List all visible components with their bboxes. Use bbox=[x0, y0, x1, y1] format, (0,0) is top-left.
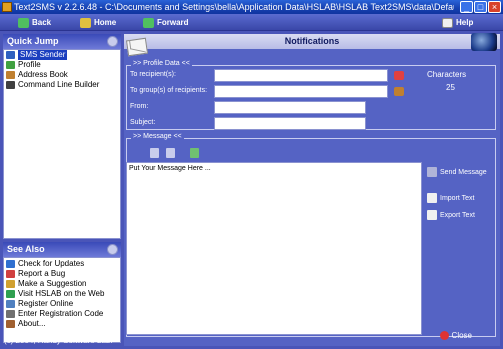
see-also-label: Make a Suggestion bbox=[18, 279, 87, 288]
export-icon bbox=[427, 210, 437, 220]
title-bar: Text2SMS v 2.2.6.48 - C:\Documents and S… bbox=[0, 0, 503, 14]
profile-data-legend: >> Profile Data << bbox=[131, 60, 192, 67]
help-button[interactable]: Help bbox=[442, 16, 473, 29]
web-icon bbox=[6, 290, 15, 298]
select-recipient-icon[interactable] bbox=[394, 71, 404, 80]
home-icon bbox=[80, 17, 91, 28]
toolbar: Back Home Forward Help bbox=[0, 14, 503, 31]
register-icon bbox=[6, 300, 15, 308]
home-button[interactable]: Home bbox=[80, 16, 116, 29]
subject-field[interactable] bbox=[214, 117, 366, 130]
see-also-label: Enter Registration Code bbox=[18, 309, 104, 318]
recipients-field[interactable] bbox=[214, 69, 388, 82]
groups-label: To group(s) of recipients: bbox=[130, 87, 208, 94]
characters-label: Characters bbox=[427, 70, 467, 79]
quick-jump-list: SMS Sender Profile Address Book Command … bbox=[3, 49, 121, 239]
see-also-item-registration-code[interactable]: Enter Registration Code bbox=[4, 309, 120, 319]
quick-jump-label: SMS Sender bbox=[18, 50, 68, 60]
back-label: Back bbox=[32, 18, 52, 27]
quick-jump-label: Command Line Builder bbox=[18, 80, 100, 89]
see-also-label: About... bbox=[18, 319, 46, 328]
quick-jump-item-sms-sender[interactable]: SMS Sender bbox=[4, 50, 120, 60]
maximize-button[interactable]: □ bbox=[474, 1, 487, 13]
close-icon bbox=[439, 331, 449, 340]
import-icon bbox=[427, 193, 437, 203]
updates-icon bbox=[6, 260, 15, 268]
send-icon bbox=[427, 167, 437, 177]
bug-icon bbox=[6, 270, 15, 278]
close-label: Close bbox=[451, 331, 472, 340]
see-also-title: See Also bbox=[7, 244, 45, 254]
back-button[interactable]: Back bbox=[18, 16, 51, 29]
window-title: Text2SMS v 2.2.6.48 - C:\Documents and S… bbox=[14, 2, 454, 12]
collapse-icon[interactable] bbox=[107, 36, 118, 47]
see-also-label: Check for Updates bbox=[18, 259, 85, 268]
help-icon bbox=[442, 17, 453, 28]
copy-icon[interactable] bbox=[150, 148, 159, 158]
forward-arrow-icon bbox=[143, 17, 154, 28]
globe-icon bbox=[471, 33, 497, 51]
suggestion-icon bbox=[6, 280, 15, 288]
groups-field[interactable] bbox=[214, 85, 388, 98]
see-also-header: See Also bbox=[3, 242, 121, 257]
quick-jump-item-profile[interactable]: Profile bbox=[4, 60, 120, 70]
envelope-icon bbox=[125, 37, 149, 57]
address-book-icon bbox=[6, 71, 15, 79]
help-label: Help bbox=[456, 18, 474, 27]
quick-jump-item-address-book[interactable]: Address Book bbox=[4, 70, 120, 80]
profile-icon bbox=[6, 61, 15, 69]
sms-icon bbox=[6, 51, 15, 59]
send-message-button[interactable]: Send Message bbox=[427, 167, 487, 177]
registration-code-icon bbox=[6, 310, 15, 318]
quick-jump-label: Profile bbox=[18, 60, 41, 69]
send-label: Send Message bbox=[440, 168, 487, 176]
see-also-item-visit-web[interactable]: Visit HSLAB on the Web bbox=[4, 289, 120, 299]
forward-button[interactable]: Forward bbox=[143, 16, 189, 29]
import-label: Import Text bbox=[440, 194, 475, 202]
see-also-item-register[interactable]: Register Online bbox=[4, 299, 120, 309]
back-arrow-icon bbox=[18, 17, 29, 28]
paste-icon[interactable] bbox=[166, 148, 175, 158]
from-field[interactable] bbox=[214, 101, 366, 114]
left-panel: Quick Jump SMS Sender Profile Address Bo… bbox=[3, 34, 121, 346]
page-title: Notifications bbox=[284, 36, 340, 46]
message-textarea[interactable]: Put Your Message Here ... bbox=[126, 162, 422, 335]
message-legend: >> Message << bbox=[131, 133, 184, 140]
see-also-item-suggestion[interactable]: Make a Suggestion bbox=[4, 279, 120, 289]
app-icon bbox=[2, 2, 12, 12]
see-also-list: Check for Updates Report a Bug Make a Su… bbox=[3, 257, 121, 343]
command-line-icon bbox=[6, 81, 15, 89]
characters-count: 25 bbox=[446, 83, 455, 92]
close-button[interactable]: Close bbox=[439, 331, 472, 340]
home-label: Home bbox=[94, 18, 117, 27]
clear-icon[interactable] bbox=[190, 148, 199, 158]
minimize-button[interactable]: _ bbox=[460, 1, 473, 13]
from-label: From: bbox=[130, 103, 149, 110]
quick-jump-label: Address Book bbox=[18, 70, 68, 79]
quick-jump-item-command-line-builder[interactable]: Command Line Builder bbox=[4, 80, 120, 90]
export-text-button[interactable]: Export Text bbox=[427, 210, 475, 220]
close-window-button[interactable]: × bbox=[488, 1, 501, 13]
quick-jump-header: Quick Jump bbox=[3, 34, 121, 49]
main-panel: Notifications >> Profile Data << To reci… bbox=[124, 33, 500, 346]
page-title-bar: Notifications bbox=[124, 33, 500, 51]
recipients-label: To recipient(s): bbox=[130, 71, 176, 78]
see-also-label: Report a Bug bbox=[18, 269, 66, 278]
forward-label: Forward bbox=[157, 18, 189, 27]
see-also-item-about[interactable]: About... bbox=[4, 319, 120, 329]
see-also-item-report-bug[interactable]: Report a Bug bbox=[4, 269, 120, 279]
see-also-label: Register Online bbox=[18, 299, 74, 308]
export-label: Export Text bbox=[440, 211, 475, 219]
quick-jump-title: Quick Jump bbox=[7, 36, 59, 46]
select-group-icon[interactable] bbox=[394, 87, 404, 96]
import-text-button[interactable]: Import Text bbox=[427, 193, 475, 203]
see-also-item-check-updates[interactable]: Check for Updates bbox=[4, 259, 120, 269]
collapse-icon[interactable] bbox=[107, 244, 118, 255]
subject-label: Subject: bbox=[130, 119, 156, 126]
copyright-text: (c) 2004, Handy Software Lab. bbox=[4, 336, 113, 345]
see-also-label: Visit HSLAB on the Web bbox=[18, 289, 105, 298]
about-icon bbox=[6, 320, 15, 328]
